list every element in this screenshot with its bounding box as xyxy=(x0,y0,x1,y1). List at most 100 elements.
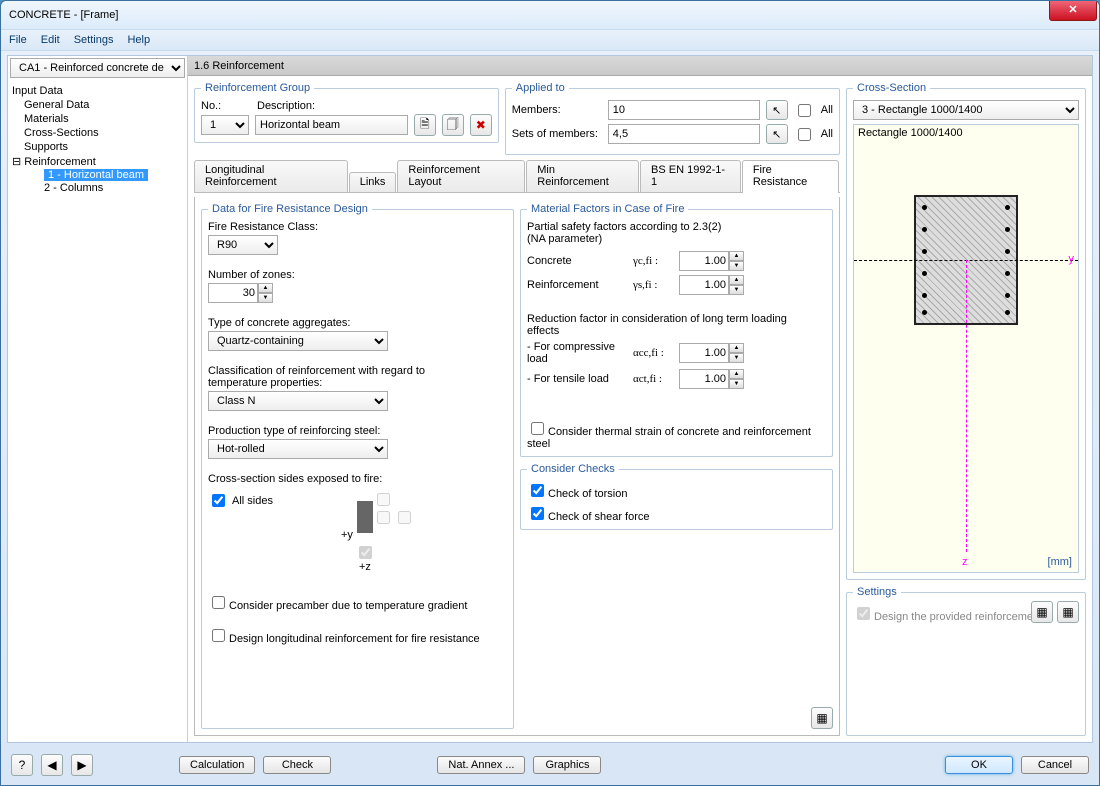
tree-child-1[interactable]: 1 - Horizontal beam xyxy=(10,169,185,181)
next-button[interactable]: ▶ xyxy=(71,754,93,776)
members-all-checkbox[interactable] xyxy=(798,104,811,117)
check-shear-checkbox[interactable] xyxy=(531,507,544,520)
tree-child-2[interactable]: 2 - Columns xyxy=(10,181,185,195)
axis-y-label: y xyxy=(1069,253,1075,265)
all-sides-checkbox[interactable] xyxy=(212,494,225,507)
help-button[interactable]: ? xyxy=(11,754,33,776)
zones-spinbox[interactable]: ▲▼ xyxy=(208,283,273,303)
sets-all-checkbox[interactable] xyxy=(798,128,811,141)
tree-general[interactable]: General Data xyxy=(10,98,185,112)
menu-file[interactable]: File xyxy=(9,34,27,46)
reinforcement-label: Reinforcement xyxy=(527,279,627,291)
design-longitudinal-checkbox[interactable] xyxy=(212,629,225,642)
footer: ? ◀ ▶ Calculation Check Nat. Annex ... G… xyxy=(1,745,1099,785)
tree-root[interactable]: Input Data xyxy=(10,84,185,98)
details-button[interactable]: ▦ xyxy=(811,707,833,729)
aggregates-label: Type of concrete aggregates: xyxy=(208,317,507,329)
settings-btn-1[interactable]: ▦ xyxy=(1031,601,1053,623)
precamber-checkbox[interactable] xyxy=(212,596,225,609)
tab-fire[interactable]: Fire Resistance xyxy=(742,160,839,193)
menu-help[interactable]: Help xyxy=(127,34,150,46)
tree-supports[interactable]: Supports xyxy=(10,140,185,154)
window-title: CONCRETE - [Frame] xyxy=(5,9,118,21)
pick-sets-button[interactable]: ↖ xyxy=(766,124,788,144)
graphics-button[interactable]: Graphics xyxy=(533,756,601,774)
reinforcement-group-legend: Reinforcement Group xyxy=(201,82,314,94)
menu-edit[interactable]: Edit xyxy=(41,34,60,46)
gamma-c-label: γc,fi : xyxy=(633,255,673,267)
reinforcement-group-fieldset: Reinforcement Group No.: Description: 1 … xyxy=(194,82,499,143)
tab-links[interactable]: Links xyxy=(349,172,397,192)
alpha-cc-spinbox[interactable]: ▲▼ xyxy=(679,343,744,363)
prev-button[interactable]: ◀ xyxy=(41,754,63,776)
reduction-label: Reduction factor in consideration of lon… xyxy=(527,313,817,337)
case-select[interactable]: CA1 - Reinforced concrete design xyxy=(10,58,185,78)
applied-to-legend: Applied to xyxy=(512,82,569,94)
settings-btn-2[interactable]: ▦ xyxy=(1057,601,1079,623)
tab-layout[interactable]: Reinforcement Layout xyxy=(397,160,525,192)
tree-materials[interactable]: Materials xyxy=(10,112,185,126)
cross-section-select[interactable]: 3 - Rectangle 1000/1400 xyxy=(853,100,1079,120)
page-title: 1.6 Reinforcement xyxy=(188,56,1092,76)
check-torsion-checkbox[interactable] xyxy=(531,484,544,497)
exposed-label: Cross-section sides exposed to fire: xyxy=(208,473,507,485)
production-select[interactable]: Hot-rolled xyxy=(208,439,388,459)
fire-data-legend: Data for Fire Resistance Design xyxy=(208,203,372,215)
calculation-button[interactable]: Calculation xyxy=(179,756,255,774)
consider-checks-fieldset: Consider Checks Check of torsion Check o… xyxy=(520,463,833,530)
tab-min[interactable]: Min Reinforcement xyxy=(526,160,639,192)
menu-settings[interactable]: Settings xyxy=(74,34,114,46)
gamma-c-spinbox[interactable]: ▲▼ xyxy=(679,251,744,271)
concrete-label: Concrete xyxy=(527,255,627,267)
psf-line2: (NA parameter) xyxy=(527,233,826,245)
menubar: File Edit Settings Help xyxy=(1,29,1099,51)
consider-legend: Consider Checks xyxy=(527,463,619,475)
new-group-button[interactable]: 🗎 xyxy=(414,114,436,136)
unit-label: [mm] xyxy=(1048,556,1072,568)
copy-group-button[interactable]: 🗍 xyxy=(442,114,464,136)
axis-z-label: z xyxy=(962,556,968,568)
fire-data-fieldset: Data for Fire Resistance Design Fire Res… xyxy=(201,203,514,729)
tab-longitudinal[interactable]: Longitudinal Reinforcement xyxy=(194,160,348,192)
expose-right-checkbox xyxy=(398,511,411,524)
expose-bottom-checkbox xyxy=(359,546,372,559)
no-select[interactable]: 1 xyxy=(201,115,249,135)
classification-select[interactable]: Class N xyxy=(208,391,388,411)
sets-input[interactable] xyxy=(608,124,760,144)
delete-group-button[interactable]: ✖ xyxy=(470,114,492,136)
tree-cross-sections[interactable]: Cross-Sections xyxy=(10,126,185,140)
titlebar: CONCRETE - [Frame] ✕ xyxy=(1,1,1099,29)
gamma-s-label: γs,fi : xyxy=(633,279,673,291)
production-label: Production type of reinforcing steel: xyxy=(208,425,507,437)
settings-fieldset: Settings Design the provided reinforceme… xyxy=(846,586,1086,736)
spin-up-icon[interactable]: ▲ xyxy=(258,283,273,293)
thermal-strain-checkbox[interactable] xyxy=(531,422,544,435)
description-input[interactable] xyxy=(255,115,408,135)
material-factors-legend: Material Factors in Case of Fire xyxy=(527,203,688,215)
app-window: CONCRETE - [Frame] ✕ File Edit Settings … xyxy=(0,0,1100,786)
aggregates-select[interactable]: Quartz-containing xyxy=(208,331,388,351)
nav-tree: Input Data General Data Materials Cross-… xyxy=(8,80,187,742)
close-button[interactable]: ✕ xyxy=(1049,1,1097,21)
alpha-ct-spinbox[interactable]: ▲▼ xyxy=(679,369,744,389)
spin-down-icon[interactable]: ▼ xyxy=(258,293,273,303)
ok-button[interactable]: OK xyxy=(945,756,1013,774)
expose-top-checkbox xyxy=(377,493,390,506)
members-label: Members: xyxy=(512,104,602,116)
check-button[interactable]: Check xyxy=(263,756,331,774)
settings-legend: Settings xyxy=(853,586,901,598)
cancel-button[interactable]: Cancel xyxy=(1021,756,1089,774)
classification-label: Classification of reinforcement with reg… xyxy=(208,365,468,389)
tab-en1992[interactable]: BS EN 1992-1-1 xyxy=(640,160,741,192)
nav-column: CA1 - Reinforced concrete design Input D… xyxy=(8,56,188,742)
tree-reinforcement[interactable]: ⊟ Reinforcement xyxy=(10,154,185,169)
pick-members-button[interactable]: ↖ xyxy=(766,100,788,120)
nat-annex-button[interactable]: Nat. Annex ... xyxy=(437,756,525,774)
zones-label: Number of zones: xyxy=(208,269,507,281)
fire-class-label: Fire Resistance Class: xyxy=(208,221,507,233)
cross-section-legend: Cross-Section xyxy=(853,82,930,94)
gamma-s-spinbox[interactable]: ▲▼ xyxy=(679,275,744,295)
members-input[interactable] xyxy=(608,100,760,120)
fire-class-select[interactable]: R90 xyxy=(208,235,278,255)
cs-label: Rectangle 1000/1400 xyxy=(858,127,963,139)
